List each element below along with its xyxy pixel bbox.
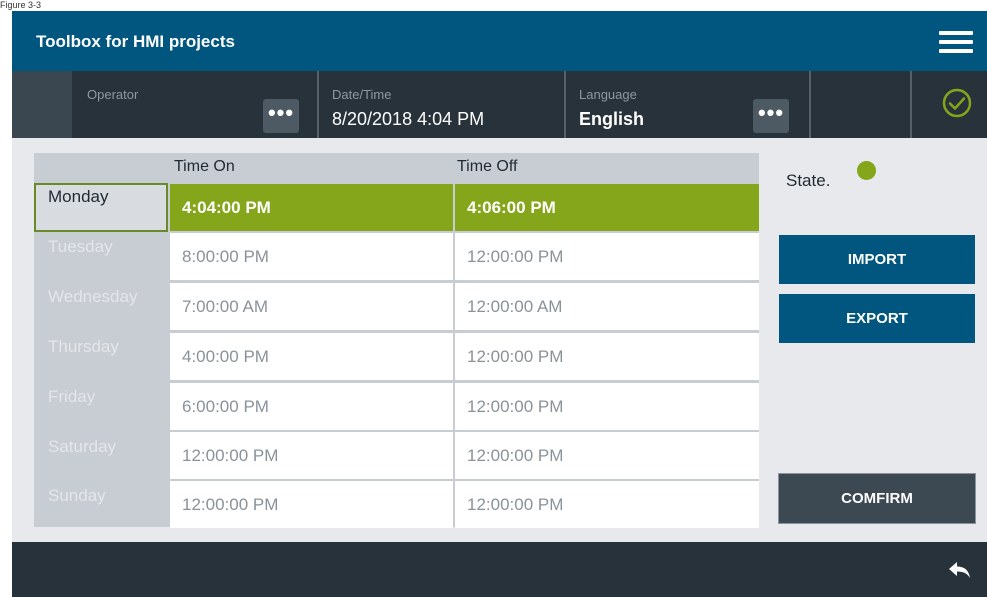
time-on-cell[interactable]: 7:00:00 AM <box>170 283 453 330</box>
figure-caption: Figure 3-3 <box>0 0 42 10</box>
time-off-cell[interactable]: 12:00:00 PM <box>455 233 759 280</box>
confirm-button[interactable]: COMFIRM <box>779 474 975 523</box>
day-sunday[interactable]: Sunday <box>34 482 168 531</box>
operator-label: Operator <box>87 87 139 102</box>
import-button[interactable]: IMPORT <box>779 235 975 284</box>
day-monday[interactable]: Monday <box>34 183 168 232</box>
time-off-cell[interactable]: 4:06:00 PM <box>455 184 759 231</box>
column-header-time-off: Time Off <box>457 158 518 175</box>
day-thursday[interactable]: Thursday <box>34 333 168 382</box>
operator-more-button[interactable]: ••• <box>263 99 299 133</box>
day-saturday[interactable]: Saturday <box>34 433 168 482</box>
divider <box>809 71 811 138</box>
divider <box>317 71 319 138</box>
bottom-bar <box>12 542 987 597</box>
day-wednesday[interactable]: Wednesday <box>34 283 168 332</box>
hamburger-menu-icon[interactable] <box>939 31 973 53</box>
time-off-cell[interactable]: 12:00:00 PM <box>455 432 759 479</box>
state-label: State. <box>786 171 831 190</box>
title-bar: Toolbox for HMI projects <box>12 11 987 71</box>
time-on-cell[interactable]: 6:00:00 PM <box>170 383 453 430</box>
language-label: Language <box>579 87 637 102</box>
time-on-cell[interactable]: 12:00:00 PM <box>170 432 453 479</box>
time-off-cell[interactable]: 12:00:00 PM <box>455 333 759 380</box>
day-tuesday[interactable]: Tuesday <box>34 233 168 282</box>
day-friday[interactable]: Friday <box>34 383 168 432</box>
divider <box>564 71 566 138</box>
language-more-button[interactable]: ••• <box>753 99 789 133</box>
time-off-cell[interactable]: 12:00:00 AM <box>455 283 759 330</box>
time-on-cell[interactable]: 4:04:00 PM <box>170 184 453 231</box>
language-value: English <box>579 109 645 129</box>
datetime-value: 8/20/2018 4:04 PM <box>332 109 485 129</box>
check-circle-icon[interactable] <box>941 87 973 119</box>
user-panel <box>12 71 72 138</box>
schedule-table: Time On Time Off Monday 4:04:00 PM 4:06:… <box>34 153 759 528</box>
back-arrow-icon[interactable] <box>947 558 973 582</box>
time-on-cell[interactable]: 12:00:00 PM <box>170 481 453 528</box>
datetime-label: Date/Time <box>332 87 392 102</box>
column-header-time-on: Time On <box>174 158 235 175</box>
export-button[interactable]: EXPORT <box>779 294 975 343</box>
info-bar: Operator ••• Date/Time 8/20/2018 4:04 PM… <box>12 71 987 138</box>
divider <box>910 71 912 138</box>
time-off-cell[interactable]: 12:00:00 PM <box>455 383 759 430</box>
time-off-cell[interactable]: 12:00:00 PM <box>455 481 759 528</box>
app-title: Toolbox for HMI projects <box>36 32 235 51</box>
time-on-cell[interactable]: 8:00:00 PM <box>170 233 453 280</box>
time-on-cell[interactable]: 4:00:00 PM <box>170 333 453 380</box>
state-indicator <box>857 161 876 180</box>
